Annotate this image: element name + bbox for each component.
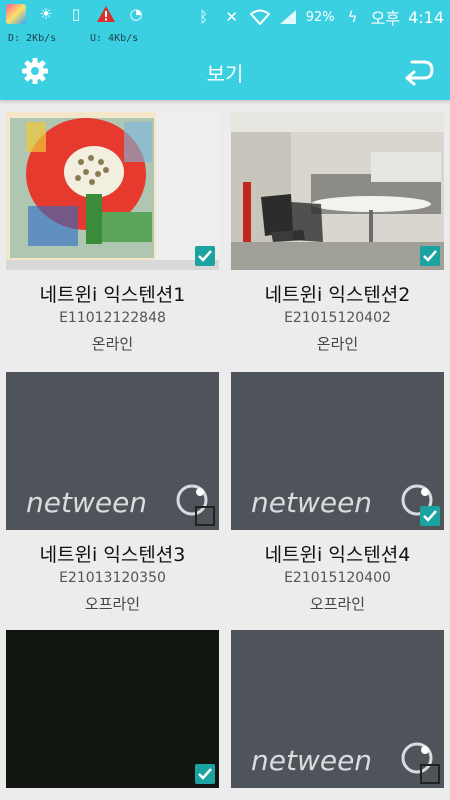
pie-icon: ◔ (129, 5, 143, 23)
app-bar: 보기 (0, 46, 450, 100)
device-select-checkbox[interactable] (420, 764, 440, 784)
device-serial: E11012122848 (59, 310, 166, 326)
download-speed: D: 2Kb/s (8, 33, 57, 44)
device-serial: E21015120402 (284, 310, 391, 326)
clock-ampm: 오후 (370, 9, 401, 28)
netween-logo: netween (241, 482, 441, 522)
page-title: 보기 (206, 62, 244, 86)
camera-thumbnail[interactable]: netween (231, 630, 444, 788)
camera-thumbnail[interactable]: netween (6, 372, 219, 530)
device-select-checkbox[interactable] (420, 246, 440, 266)
camera-thumbnail[interactable] (6, 630, 219, 788)
device-select-checkbox[interactable] (420, 506, 440, 526)
device-select-checkbox[interactable] (195, 764, 215, 784)
camera-thumbnail[interactable]: netween (231, 372, 444, 530)
device-name: 네트윈i 익스텐션3 (39, 544, 186, 566)
netween-logo-text: netween (251, 744, 372, 777)
bluetooth-icon: ᛒ (199, 8, 209, 26)
device-status: 오프라인 (309, 595, 366, 613)
device-name: 네트윈i 익스텐션1 (39, 284, 186, 306)
device-status: 오프라인 (84, 595, 141, 613)
device-name: 네트윈i 익스텐션4 (264, 544, 411, 566)
device-status: 온라인 (91, 335, 134, 353)
netween-logo-text: netween (26, 486, 147, 519)
signal-icon (278, 7, 298, 27)
app-notification-icon (6, 4, 26, 24)
network-speed-bar: D: 2Kb/s U: 4Kb/s (0, 32, 450, 46)
camera-thumbnail[interactable] (6, 112, 219, 270)
battery-charging-icon: ϟ (347, 8, 358, 26)
wifi-icon (249, 7, 270, 27)
device-serial: E21015120400 (284, 570, 391, 586)
warning-icon (96, 4, 116, 24)
upload-speed: U: 4Kb/s (90, 33, 139, 44)
vibrate-mute-icon: ✕ (225, 8, 238, 26)
status-bar: ☀ ▯ ◔ ᛒ ✕ 92% ϟ 오후 4:14 (0, 0, 450, 32)
battery-percent: 92% (305, 9, 335, 25)
device-select-checkbox[interactable] (195, 506, 215, 526)
netween-logo-text: netween (251, 486, 372, 519)
device-status: 온라인 (316, 335, 359, 353)
phone-icon: ▯ (71, 5, 81, 23)
netween-logo: netween (16, 482, 216, 522)
device-select-checkbox[interactable] (195, 246, 215, 266)
device-name: 네트윈i 익스텐션2 (264, 284, 411, 306)
camera-thumbnail[interactable] (231, 112, 444, 270)
sun-icon: ☀ (39, 5, 53, 23)
netween-logo: netween (241, 740, 441, 780)
back-arrow-icon[interactable] (402, 54, 436, 88)
clock-time: 4:14 (408, 7, 444, 27)
device-serial: E21013120350 (59, 570, 166, 586)
